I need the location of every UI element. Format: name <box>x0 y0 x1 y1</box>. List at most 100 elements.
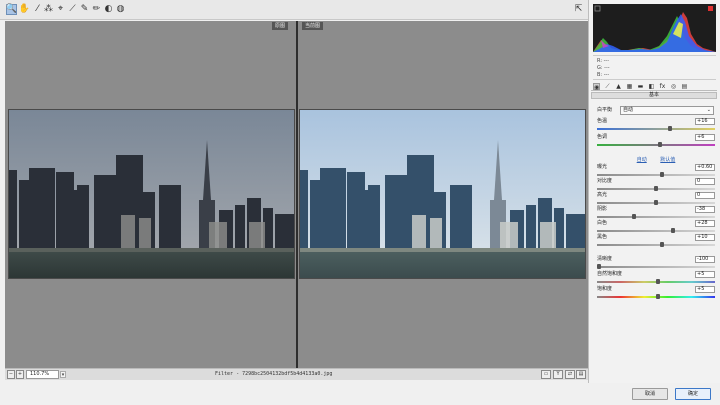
contrast-label: 对比度 <box>597 178 613 184</box>
panel-tabs: ◉ ⟋ ▲ ▦ ▬ ◧ fx ◎ ▤ <box>591 82 717 91</box>
slider-clarity: 清晰度 -100 <box>597 256 715 272</box>
tint-slider-track[interactable] <box>597 144 715 146</box>
blacks-slider-track[interactable] <box>597 244 715 246</box>
exposure-value-field[interactable]: +0.60 <box>695 164 715 171</box>
fullscreen-toggle-icon[interactable]: ⇱ <box>573 4 584 15</box>
effects-tab-icon[interactable]: fx <box>659 83 666 90</box>
basic-tab-icon[interactable]: ◉ <box>593 83 600 91</box>
blacks-label: 黑色 <box>597 234 608 240</box>
blue-readout: B: --- <box>597 72 610 78</box>
highlights-slider-thumb[interactable] <box>654 200 658 205</box>
color-sampler-tool-icon[interactable]: ⁂ <box>43 4 54 15</box>
before-view-label: 原图 <box>272 22 289 30</box>
tint-slider-thumb[interactable] <box>657 142 662 147</box>
view-mode-icon[interactable]: ▭ <box>541 370 551 379</box>
chevron-down-icon: ⌄ <box>706 107 711 113</box>
zoom-tool-icon[interactable]: 🔍 <box>6 4 17 15</box>
exposure-slider-thumb[interactable] <box>659 172 664 177</box>
toolbar: 🔍 ✋ ⁄ ⁂ ⌖ ⟋ ✎ ✏ ◐ ◍ ⇱ <box>0 0 588 20</box>
whites-slider-track[interactable] <box>597 230 715 232</box>
zoom-dropdown-icon[interactable]: ▾ <box>60 371 66 378</box>
white-balance-label: 白平衡 <box>597 107 613 113</box>
contrast-value-field[interactable]: 0 <box>695 178 715 185</box>
straighten-tool-icon[interactable]: ⟋ <box>67 4 78 15</box>
statusbar: − + 110.7% ▾ Filter - 7298bc2504132bdf5b… <box>5 368 588 380</box>
temperature-slider-thumb[interactable] <box>668 126 673 131</box>
highlights-value-field[interactable]: 0 <box>695 192 715 199</box>
cancel-button[interactable]: 取消 <box>632 388 668 400</box>
toggle-settings-icon[interactable]: ▤ <box>576 370 586 379</box>
clarity-value-field[interactable]: -100 <box>695 256 715 263</box>
white-balance-tool-icon[interactable]: ⁄ <box>32 4 43 15</box>
before-after-icon[interactable]: Y <box>553 370 563 379</box>
blacks-slider-thumb[interactable] <box>659 242 664 247</box>
tone-curve-tab-icon[interactable]: ⟋ <box>604 83 611 90</box>
calibration-tab-icon[interactable]: ◎ <box>670 83 677 90</box>
zoom-level-field[interactable]: 110.7% <box>26 370 59 379</box>
whites-slider-thumb[interactable] <box>670 228 675 233</box>
swap-icon[interactable]: ⇄ <box>565 370 575 379</box>
slider-blacks: 黑色 +10 <box>597 234 715 250</box>
detail-tab-icon[interactable]: ▲ <box>615 83 622 90</box>
presets-tab-icon[interactable]: ▤ <box>681 83 688 90</box>
temperature-value-field[interactable]: +16 <box>695 118 715 125</box>
shadows-label: 阴影 <box>597 206 608 212</box>
green-readout: G: --- <box>597 65 610 71</box>
highlights-label: 高光 <box>597 192 608 198</box>
ok-button[interactable]: 确定 <box>675 388 711 400</box>
zoom-out-icon[interactable]: − <box>7 370 15 379</box>
clarity-label: 清晰度 <box>597 256 613 262</box>
tint-label: 色调 <box>597 134 608 140</box>
slider-vibrance: 自然饱和度 +5 <box>597 271 715 287</box>
red-readout: R: --- <box>597 58 610 64</box>
hsl-tab-icon[interactable]: ▦ <box>626 83 633 90</box>
section-title: 基本 <box>591 92 717 99</box>
temperature-label: 色温 <box>597 118 608 124</box>
adjustment-panel: R: --- G: --- B: --- ◉ ⟋ ▲ ▦ ▬ ◧ fx ◎ ▤ 基本 白平衡 自… <box>588 0 720 383</box>
vibrance-slider-thumb[interactable] <box>656 279 661 284</box>
radial-filter-tool-icon[interactable]: ◍ <box>115 4 126 15</box>
split-divider[interactable] <box>296 21 298 368</box>
white-balance-value: 自动 <box>623 107 634 113</box>
preview-area: 原图 当前图 <box>5 21 588 368</box>
auto-default-links: 自动 默认值 <box>597 156 715 163</box>
vibrance-value-field[interactable]: +5 <box>695 271 715 278</box>
temperature-slider-track[interactable] <box>597 128 715 130</box>
shadows-slider-thumb[interactable] <box>631 214 636 219</box>
after-view-label: 当前图 <box>302 22 324 30</box>
dialog-buttons: 取消 确定 <box>0 383 720 405</box>
targeted-adjustment-tool-icon[interactable]: ⌖ <box>55 4 66 15</box>
clarity-slider-track[interactable] <box>597 266 715 268</box>
adjustment-brush-tool-icon[interactable]: ✏ <box>91 4 102 15</box>
exposure-label: 曝光 <box>597 164 608 170</box>
graduated-filter-tool-icon[interactable]: ◐ <box>103 4 114 15</box>
slider-temperature: 色温 +16 <box>597 118 715 134</box>
filename-label: Filter - 7298bc2504132bdf5b4d4133a0.jpg <box>215 371 333 377</box>
split-toning-tab-icon[interactable]: ▬ <box>637 83 644 90</box>
camera-raw-filter-window: 🔍 ✋ ⁄ ⁂ ⌖ ⟋ ✎ ✏ ◐ ◍ ⇱ 原图 当前图 − + 110.7% … <box>0 0 720 405</box>
shadows-value-field[interactable]: -38 <box>695 206 715 213</box>
tint-value-field[interactable]: +6 <box>695 134 715 141</box>
saturation-slider-thumb[interactable] <box>656 294 661 299</box>
zoom-in-icon[interactable]: + <box>16 370 24 379</box>
auto-link[interactable]: 自动 <box>637 157 647 163</box>
shadows-slider-track[interactable] <box>597 216 715 218</box>
saturation-label: 饱和度 <box>597 286 613 292</box>
exposure-slider-track[interactable] <box>597 174 715 176</box>
spot-removal-tool-icon[interactable]: ✎ <box>79 4 90 15</box>
blacks-value-field[interactable]: +10 <box>695 234 715 241</box>
contrast-slider-thumb[interactable] <box>654 186 658 191</box>
saturation-value-field[interactable]: +5 <box>695 286 715 293</box>
default-link[interactable]: 默认值 <box>660 157 675 163</box>
slider-saturation: 饱和度 +5 <box>597 286 715 302</box>
after-image <box>299 109 586 279</box>
whites-value-field[interactable]: +28 <box>695 220 715 227</box>
lens-tab-icon[interactable]: ◧ <box>648 83 655 90</box>
white-balance-select[interactable]: 自动 ⌄ <box>620 106 714 115</box>
white-balance-row: 白平衡 自动 ⌄ <box>597 106 715 115</box>
before-image <box>8 109 295 279</box>
whites-label: 白色 <box>597 220 608 226</box>
hand-tool-icon[interactable]: ✋ <box>19 4 30 15</box>
clarity-slider-thumb[interactable] <box>597 264 602 269</box>
rgb-readout: R: --- G: --- B: --- <box>593 55 716 80</box>
